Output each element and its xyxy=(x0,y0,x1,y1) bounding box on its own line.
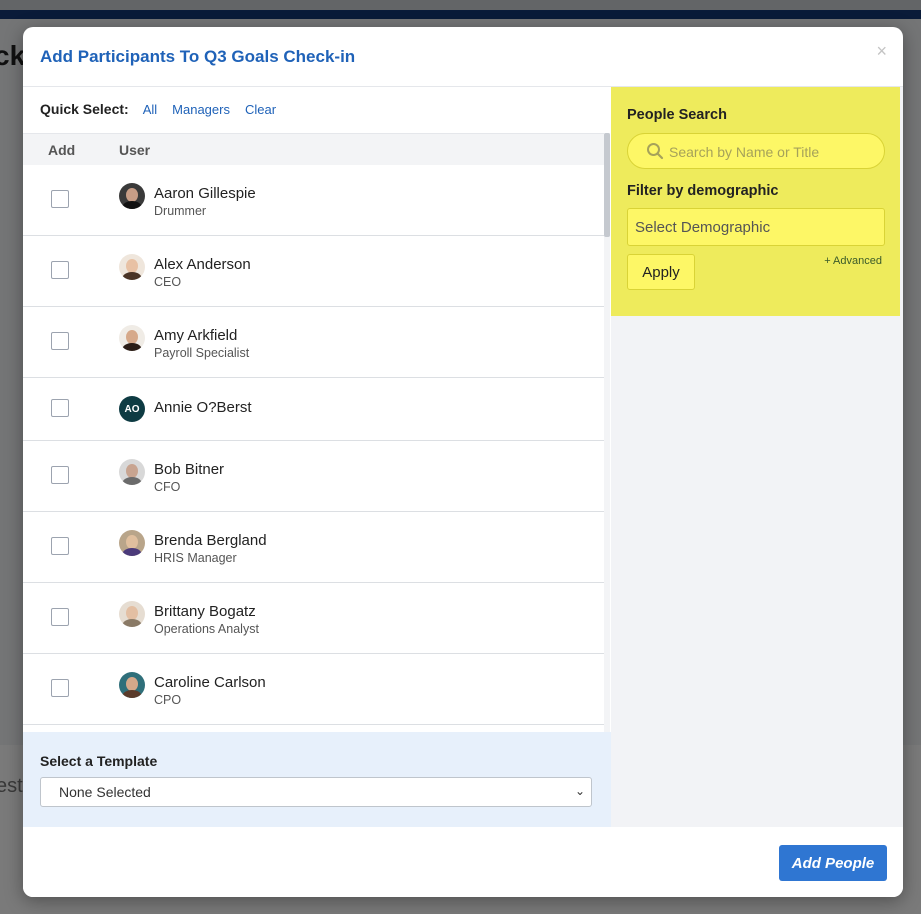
quick-select-managers[interactable]: Managers xyxy=(172,102,230,117)
table-row[interactable]: Bob Bitner CFO xyxy=(23,441,605,512)
add-checkbox[interactable] xyxy=(51,332,69,350)
avatar xyxy=(119,601,145,627)
column-header-user: User xyxy=(119,142,151,158)
apply-button[interactable]: Apply xyxy=(627,254,695,290)
avatar-initials: AO xyxy=(119,396,145,422)
user-name: Alex Anderson xyxy=(154,256,251,273)
table-row[interactable]: Caroline Carlson CPO xyxy=(23,654,605,725)
user-title: CPO xyxy=(154,693,182,707)
add-participants-modal: Add Participants To Q3 Goals Check-in × … xyxy=(23,27,903,897)
user-title: Payroll Specialist xyxy=(154,346,250,360)
participants-panel: Quick Select: All Managers Clear Add Use… xyxy=(23,87,611,827)
avatar xyxy=(119,183,145,209)
quick-select-all[interactable]: All xyxy=(143,102,157,117)
avatar xyxy=(119,459,145,485)
table-row[interactable]: AO Annie O?Berst xyxy=(23,378,605,441)
search-icon xyxy=(647,143,664,160)
advanced-link[interactable]: + Advanced xyxy=(824,255,882,267)
user-name: Bob Bitner xyxy=(154,461,225,478)
chevron-down-icon: ⌄ xyxy=(574,784,585,798)
quick-select-clear[interactable]: Clear xyxy=(245,102,276,117)
quick-select-label: Quick Select: xyxy=(40,101,129,117)
demographic-select[interactable]: Select Demographic xyxy=(627,208,885,246)
list-scrollbar-thumb[interactable] xyxy=(604,133,610,237)
search-placeholder: Search by Name or Title xyxy=(669,144,820,160)
add-people-button[interactable]: Add People xyxy=(779,845,887,881)
quick-select: Quick Select: All Managers Clear xyxy=(40,99,291,119)
avatar xyxy=(119,254,145,280)
avatar xyxy=(119,325,145,351)
add-checkbox[interactable] xyxy=(51,608,69,626)
avatar xyxy=(119,672,145,698)
user-name: Caroline Carlson xyxy=(154,674,266,691)
user-name: Aaron Gillespie xyxy=(154,185,256,202)
table-row[interactable]: Alex Anderson CEO xyxy=(23,236,605,307)
filter-demographic-label: Filter by demographic xyxy=(627,183,779,199)
user-title: HRIS Manager xyxy=(154,551,237,565)
template-label: Select a Template xyxy=(40,753,158,769)
add-checkbox[interactable] xyxy=(51,190,69,208)
table-row[interactable]: Aaron Gillespie Drummer xyxy=(23,165,605,236)
modal-title: Add Participants To Q3 Goals Check-in xyxy=(40,47,356,66)
table-header: Add User xyxy=(23,133,605,165)
table-row[interactable]: Brittany Bogatz Operations Analyst xyxy=(23,583,605,654)
column-header-add: Add xyxy=(48,142,76,158)
search-input[interactable]: Search by Name or Title xyxy=(627,133,885,169)
add-checkbox[interactable] xyxy=(51,537,69,555)
people-search-label: People Search xyxy=(627,107,727,123)
table-row[interactable]: Brenda Bergland HRIS Manager xyxy=(23,512,605,583)
user-title: CEO xyxy=(154,275,182,289)
people-search-box: People Search Search by Name or Title Fi… xyxy=(611,87,900,316)
filter-panel: People Search Search by Name or Title Fi… xyxy=(611,87,903,827)
user-title: Operations Analyst xyxy=(154,622,259,636)
user-name: Amy Arkfield xyxy=(154,327,238,344)
add-checkbox[interactable] xyxy=(51,261,69,279)
user-title: Drummer xyxy=(154,204,207,218)
modal-footer: Add People xyxy=(23,827,903,897)
add-checkbox[interactable] xyxy=(51,466,69,484)
close-icon[interactable]: × xyxy=(876,41,887,62)
avatar xyxy=(119,530,145,556)
add-checkbox[interactable] xyxy=(51,399,69,417)
user-title: CFO xyxy=(154,480,181,494)
user-name: Annie O?Berst xyxy=(154,399,252,416)
table-row[interactable]: Amy Arkfield Payroll Specialist xyxy=(23,307,605,378)
user-name: Brittany Bogatz xyxy=(154,603,256,620)
template-selected-value: None Selected xyxy=(59,784,151,800)
user-list[interactable]: Aaron Gillespie Drummer Alex Anderson CE… xyxy=(23,165,605,733)
user-name: Brenda Bergland xyxy=(154,532,267,549)
add-checkbox[interactable] xyxy=(51,679,69,697)
template-section: Select a Template None Selected ⌄ xyxy=(23,732,611,827)
modal-header: Add Participants To Q3 Goals Check-in × xyxy=(23,27,903,87)
template-select[interactable]: None Selected ⌄ xyxy=(40,777,592,807)
